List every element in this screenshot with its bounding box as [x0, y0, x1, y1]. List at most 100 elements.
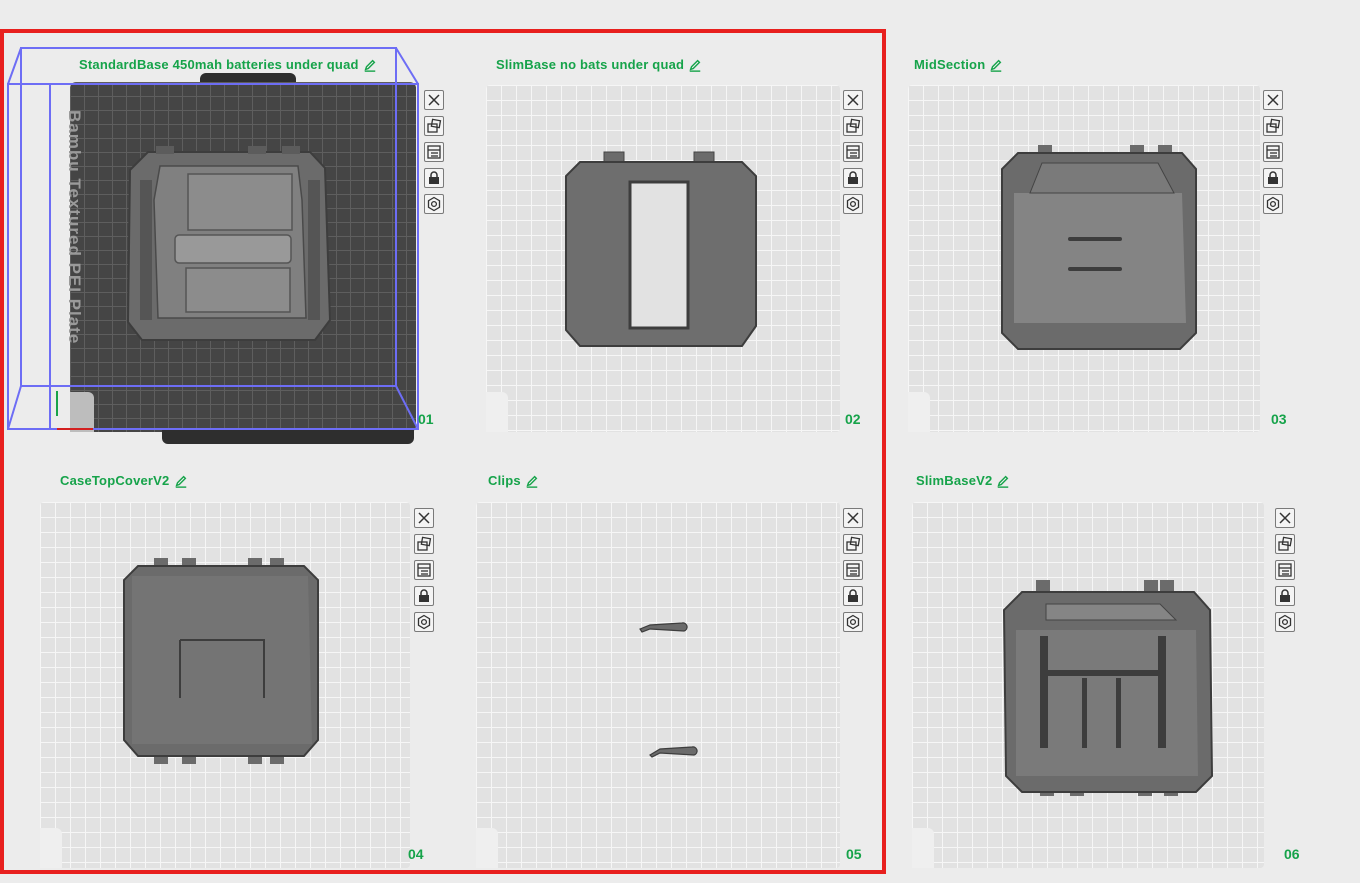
lock-button[interactable] [424, 168, 444, 188]
lock-button[interactable] [843, 168, 863, 188]
close-button[interactable] [424, 90, 444, 110]
settings-icon [846, 614, 860, 630]
plate-name: Clips [488, 473, 521, 488]
plate-toolbar [843, 90, 865, 214]
lock-icon [848, 171, 858, 184]
lock-icon [1280, 589, 1290, 602]
auto-arrange-icon [427, 118, 442, 133]
orient-button[interactable] [843, 560, 863, 580]
plate-title[interactable]: CaseTopCoverV2 [60, 473, 188, 488]
edit-name-icon[interactable] [688, 58, 702, 72]
orient-button[interactable] [424, 142, 444, 162]
lock-icon [429, 171, 439, 184]
plate-toolbar [843, 508, 865, 632]
auto-arrange-icon [1266, 118, 1281, 133]
auto-arrange-button[interactable] [843, 116, 863, 136]
close-icon [1267, 94, 1279, 106]
plate-number: 03 [1271, 411, 1287, 427]
close-button[interactable] [843, 508, 863, 528]
settings-icon [1266, 196, 1280, 212]
plate-settings-button[interactable] [414, 612, 434, 632]
settings-icon [427, 196, 441, 212]
close-button[interactable] [1263, 90, 1283, 110]
plate-name: StandardBase 450mah batteries under quad [79, 57, 359, 72]
plate-settings-button[interactable] [843, 612, 863, 632]
lock-icon [1268, 171, 1278, 184]
plate-name: MidSection [914, 57, 986, 72]
close-button[interactable] [414, 508, 434, 528]
plate-title[interactable]: SlimBase no bats under quad [496, 57, 702, 72]
lock-button[interactable] [1263, 168, 1283, 188]
close-icon [1279, 512, 1291, 524]
plate-footer-bar [162, 430, 414, 444]
plate-number: 02 [845, 411, 861, 427]
edit-name-icon[interactable] [363, 58, 377, 72]
close-button[interactable] [1275, 508, 1295, 528]
auto-arrange-button[interactable] [843, 534, 863, 554]
auto-arrange-button[interactable] [414, 534, 434, 554]
lock-button[interactable] [843, 586, 863, 606]
plate-number: 04 [408, 846, 424, 862]
plate-toolbar [414, 508, 436, 632]
model-clip-2[interactable] [646, 741, 702, 759]
plate-number: 05 [846, 846, 862, 862]
plate-toolbar [424, 90, 446, 214]
auto-arrange-icon [846, 536, 861, 551]
plate-toolbar [1275, 508, 1297, 632]
model-midsection[interactable] [998, 143, 1198, 355]
auto-arrange-icon [417, 536, 432, 551]
lock-icon [419, 589, 429, 602]
model-slimbasev2[interactable] [1000, 580, 1220, 800]
orient-icon [846, 563, 860, 577]
build-plate [476, 502, 840, 868]
orient-button[interactable] [1275, 560, 1295, 580]
plate-title[interactable]: StandardBase 450mah batteries under quad [79, 57, 377, 72]
plate-name: SlimBaseV2 [916, 473, 993, 488]
orient-icon [417, 563, 431, 577]
auto-arrange-icon [1278, 536, 1293, 551]
close-icon [847, 94, 859, 106]
plate-settings-button[interactable] [424, 194, 444, 214]
auto-arrange-button[interactable] [1275, 534, 1295, 554]
orient-icon [846, 145, 860, 159]
model-slimbase[interactable] [560, 150, 760, 350]
auto-arrange-icon [846, 118, 861, 133]
close-button[interactable] [843, 90, 863, 110]
plate-settings-button[interactable] [1263, 194, 1283, 214]
settings-icon [417, 614, 431, 630]
edit-name-icon[interactable] [525, 474, 539, 488]
lock-button[interactable] [1275, 586, 1295, 606]
close-icon [418, 512, 430, 524]
orient-icon [1278, 563, 1292, 577]
auto-arrange-button[interactable] [424, 116, 444, 136]
orient-button[interactable] [414, 560, 434, 580]
close-icon [428, 94, 440, 106]
plate-title[interactable]: SlimBaseV2 [916, 473, 1010, 488]
plate-title[interactable]: Clips [488, 473, 539, 488]
auto-arrange-button[interactable] [1263, 116, 1283, 136]
plate-name: SlimBase no bats under quad [496, 57, 685, 72]
edit-name-icon[interactable] [989, 58, 1003, 72]
orient-button[interactable] [1263, 142, 1283, 162]
orient-button[interactable] [843, 142, 863, 162]
plate-number: 06 [1284, 846, 1300, 862]
settings-icon [1278, 614, 1292, 630]
model-casetopcover[interactable] [118, 558, 322, 768]
orient-icon [427, 145, 441, 159]
plate-settings-button[interactable] [1275, 612, 1295, 632]
plate-manager-view: Bambu Textured PEI Plate StandardBase 45… [0, 0, 1360, 883]
model-clip-1[interactable] [636, 617, 692, 635]
plate-settings-button[interactable] [843, 194, 863, 214]
plate-title[interactable]: MidSection [914, 57, 1003, 72]
orient-icon [1266, 145, 1280, 159]
model-standardbase[interactable] [120, 140, 340, 355]
edit-name-icon[interactable] [996, 474, 1010, 488]
settings-icon [846, 196, 860, 212]
plate-toolbar [1263, 90, 1285, 214]
lock-button[interactable] [414, 586, 434, 606]
bed-type-label: Bambu Textured PEI Plate [65, 110, 84, 345]
plate-number: 01 [418, 411, 434, 427]
close-icon [847, 512, 859, 524]
plate-name: CaseTopCoverV2 [60, 473, 170, 488]
edit-name-icon[interactable] [174, 474, 188, 488]
